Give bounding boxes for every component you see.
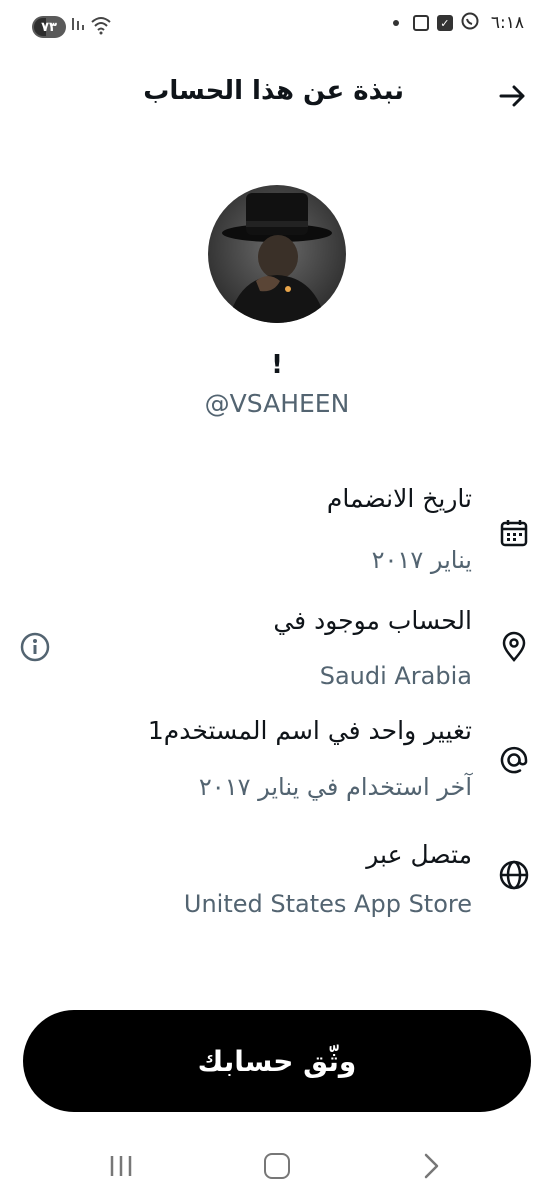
page-title: نبذة عن هذا الحساب — [143, 76, 404, 106]
battery-level: ٧٣ — [41, 19, 57, 35]
based-in-value: Saudi Arabia — [319, 662, 472, 690]
screenshot-icon — [412, 15, 429, 31]
at-sign-icon — [498, 744, 530, 776]
arrow-right-icon — [499, 85, 525, 107]
connected-via-value: United States App Store — [183, 890, 472, 918]
avatar — [208, 185, 346, 323]
info-icon[interactable] — [19, 631, 51, 663]
verify-account-button[interactable]: وثّق حسابك — [23, 1010, 531, 1112]
status-icons: ✓ ٦:١٨ — [392, 12, 524, 34]
signal-icon — [71, 14, 87, 36]
based-in-title: الحساب موجود في — [273, 606, 472, 635]
username-changes-title: تغيير واحد في اسم المستخدم1 — [147, 716, 472, 745]
home-button[interactable] — [264, 1153, 290, 1179]
account-handle: @VSAHEEN — [204, 389, 350, 418]
recents-button[interactable] — [108, 1154, 134, 1178]
joined-value: يناير ٢٠١٧ — [371, 546, 472, 574]
wifi-icon — [90, 14, 112, 36]
whatsapp-icon — [461, 12, 479, 34]
clock: ٦:١٨ — [490, 13, 524, 33]
back-button[interactable] — [498, 82, 528, 110]
battery-indicator: ٧٣ — [32, 16, 66, 38]
chevron-right-icon — [424, 1153, 439, 1179]
location-pin-icon — [498, 631, 530, 663]
connected-via-title: متصل عبر — [366, 840, 472, 869]
display-name: ! — [271, 350, 283, 380]
globe-icon — [498, 859, 530, 891]
recents-icon — [110, 1156, 132, 1176]
system-nav-bar — [0, 1140, 554, 1200]
checkbox-icon: ✓ — [436, 15, 453, 31]
nav-back-button[interactable] — [420, 1152, 442, 1180]
notification-dot-icon — [392, 20, 399, 26]
joined-title: تاريخ الانضمام — [326, 484, 472, 513]
status-bar: ٧٣ ✓ ٦:١٨ — [0, 0, 554, 56]
calendar-icon — [498, 517, 530, 549]
username-changes-value: آخر استخدام في يناير ٢٠١٧ — [198, 773, 472, 801]
